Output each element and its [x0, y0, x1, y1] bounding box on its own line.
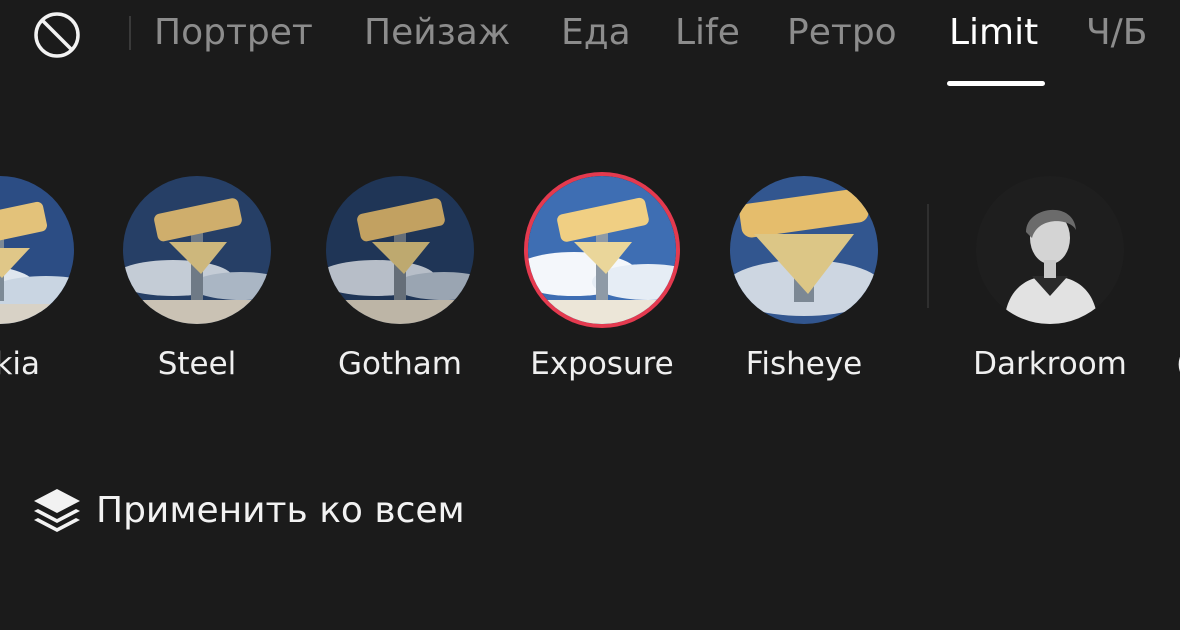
layers-icon [34, 489, 80, 532]
filter-gotham[interactable]: Gotham [300, 176, 500, 386]
tab-retro[interactable]: Ретро [787, 10, 897, 56]
no-filter-icon[interactable] [32, 10, 82, 60]
tab-life[interactable]: Life [675, 10, 740, 56]
filter-label: Steel [157, 346, 237, 382]
active-tab-indicator [947, 81, 1045, 86]
filter-label: Exposure [530, 346, 674, 382]
filter-thumbnail [730, 176, 878, 324]
filter-thumbnail [0, 176, 74, 324]
tab-bw[interactable]: Ч/Б [1086, 10, 1148, 56]
filter-thumbnail [528, 176, 676, 324]
filter-kia[interactable]: kia [0, 176, 100, 386]
filter-exposure[interactable]: Exposure [502, 176, 702, 386]
filter-thumbnail [123, 176, 271, 324]
tab-portrait[interactable]: Портрет [154, 10, 313, 56]
filter-thumbnail [976, 176, 1124, 324]
filter-steel[interactable]: Steel [97, 176, 297, 386]
filter-thumbnail [326, 176, 474, 324]
filter-next-partial[interactable]: ( [1120, 176, 1180, 386]
filter-label: Fisheye [745, 346, 863, 382]
filter-panel: Портрет Пейзаж Еда Life Ретро Limit Ч/Б … [0, 0, 1180, 630]
tab-landscape[interactable]: Пейзаж [364, 10, 510, 56]
tab-divider [129, 16, 131, 50]
filter-label-partial: ( [1176, 346, 1180, 382]
tab-limit[interactable]: Limit [949, 10, 1038, 56]
filter-fisheye[interactable]: Fisheye [704, 176, 904, 386]
tab-food[interactable]: Еда [561, 10, 631, 56]
filter-label: Gotham [338, 346, 462, 382]
filter-label: kia [0, 346, 40, 382]
apply-to-all-button[interactable]: Применить ко всем [30, 484, 465, 536]
filter-group-divider [927, 204, 929, 308]
apply-to-all-label: Применить ко всем [96, 489, 465, 531]
